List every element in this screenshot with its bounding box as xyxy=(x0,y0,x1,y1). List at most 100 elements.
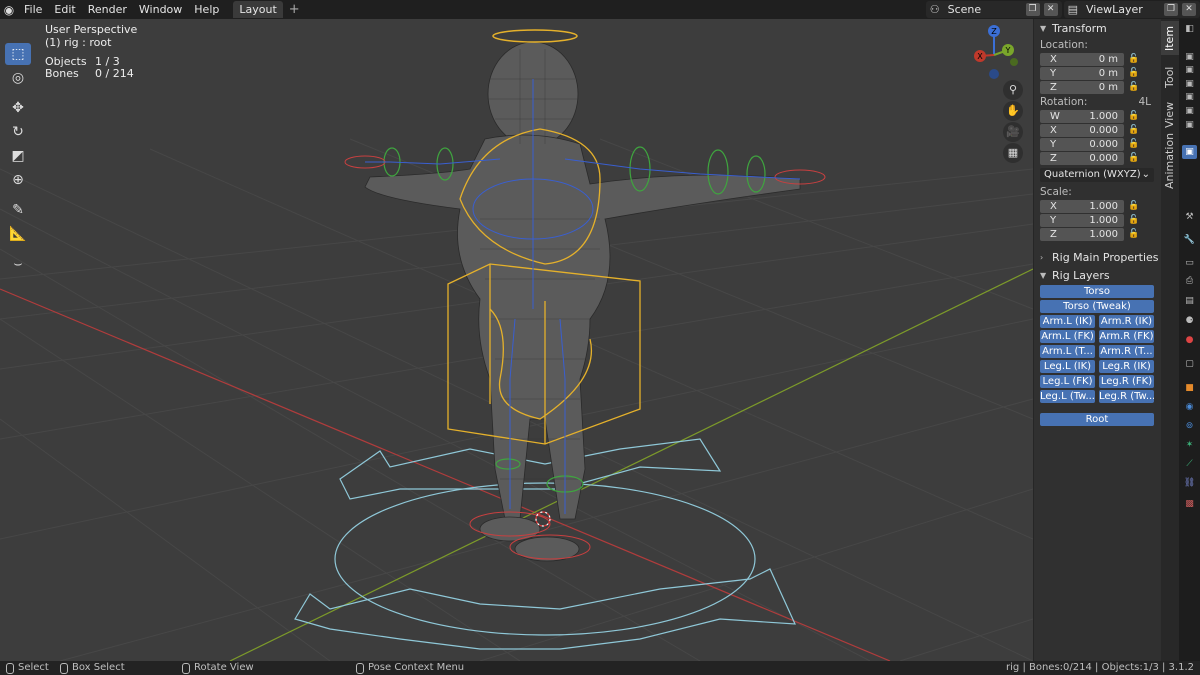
gizmo-neg-y-icon[interactable] xyxy=(1010,58,1018,66)
rig-layers-header[interactable]: ▼ Rig Layers xyxy=(1034,267,1161,285)
tab-tool[interactable]: Tool xyxy=(1161,59,1179,95)
tab-item[interactable]: Item xyxy=(1161,21,1179,55)
layer-leg-r-ik-button[interactable]: Leg.R (IK) xyxy=(1099,360,1154,373)
rotation-y-field[interactable]: Y 0.000 xyxy=(1040,137,1124,151)
rotation-x-field[interactable]: X 0.000 xyxy=(1040,123,1124,137)
rotate-tool-icon[interactable]: ↻ xyxy=(5,121,31,143)
layer-arm-r-fk-button[interactable]: Arm.R (FK) xyxy=(1099,330,1154,343)
tab-view[interactable]: View xyxy=(1161,97,1179,133)
view-layer-icon[interactable]: ▤ xyxy=(1182,294,1197,308)
location-z-field[interactable]: Z0 m xyxy=(1040,80,1124,94)
scale-z-field[interactable]: Z 1.000 xyxy=(1040,227,1124,241)
scale-tool-icon[interactable]: ◩ xyxy=(5,145,31,167)
layer-leg-r-fk-button[interactable]: Leg.R (FK) xyxy=(1099,375,1154,388)
physics-icon[interactable]: ⊚ xyxy=(1182,419,1197,433)
tool-settings-icon[interactable]: ⚒ xyxy=(1182,210,1197,224)
camera-active-icon[interactable]: ▣ xyxy=(1182,145,1197,159)
camera-icon[interactable]: ▣ xyxy=(1182,118,1197,132)
armature-icon[interactable]: ✶ xyxy=(1182,438,1197,452)
render-icon[interactable]: ▭ xyxy=(1182,256,1197,270)
lock-icon[interactable]: 🔓 xyxy=(1124,153,1144,163)
add-workspace-button[interactable]: + xyxy=(283,0,306,19)
scale-y-field[interactable]: Y 1.000 xyxy=(1040,213,1124,227)
layer-leg-l-ik-button[interactable]: Leg.L (IK) xyxy=(1040,360,1095,373)
gizmo-neg-z-icon[interactable] xyxy=(989,69,999,79)
viewport-scene[interactable] xyxy=(0,19,1033,661)
layer-arm-l-ik-button[interactable]: Arm.L (IK) xyxy=(1040,315,1095,328)
layer-leg-l-tweak-button[interactable]: Leg.L (Tw... xyxy=(1040,390,1095,403)
tab-animation[interactable]: Animation xyxy=(1161,133,1179,189)
scene-selector[interactable]: ⚇ Scene ❐ ✕ xyxy=(925,1,1062,18)
3d-cursor[interactable] xyxy=(535,511,551,527)
delete-viewlayer-icon[interactable]: ✕ xyxy=(1182,3,1196,16)
layer-arm-r-tweak-button[interactable]: Arm.R (T... xyxy=(1099,345,1154,358)
3d-viewport[interactable]: ⬚ ◎ ✥ ↻ ◩ ⊕ ✎ 📐 ⌣ User Perspective (1) r… xyxy=(0,19,1033,661)
rotation-w-field[interactable]: W 1.000 xyxy=(1040,109,1124,123)
world-icon[interactable]: ● xyxy=(1182,333,1197,347)
output-icon[interactable]: ⎙ xyxy=(1182,274,1197,288)
annotate-tool-icon[interactable]: ✎ xyxy=(5,199,31,221)
workspace-tab-layout[interactable]: Layout xyxy=(233,1,283,18)
layer-arm-l-fk-button[interactable]: Arm.L (FK) xyxy=(1040,330,1095,343)
camera-view-icon[interactable]: 🎥 xyxy=(1003,122,1023,142)
camera-icon[interactable]: ▣ xyxy=(1182,77,1197,91)
navigation-gizmo[interactable]: Z X Y xyxy=(968,22,1028,84)
lock-icon[interactable]: 🔓 xyxy=(1124,82,1144,92)
wrench-icon[interactable]: 🔧 xyxy=(1182,233,1197,247)
relax-tool-icon[interactable]: ⌣ xyxy=(5,253,31,275)
lock-icon[interactable]: 🔓 xyxy=(1124,139,1144,149)
scene-icon[interactable]: ⚈ xyxy=(1182,314,1197,328)
menu-window[interactable]: Window xyxy=(133,0,188,19)
scale-x-field[interactable]: X 1.000 xyxy=(1040,199,1124,213)
location-y-field[interactable]: Y0 m xyxy=(1040,66,1124,80)
camera-icon[interactable]: ▣ xyxy=(1182,50,1197,64)
cursor-tool-icon[interactable]: ◎ xyxy=(5,67,31,89)
lock-icon[interactable]: 🔓 xyxy=(1124,229,1144,239)
menu-help[interactable]: Help xyxy=(188,0,225,19)
viewlayer-name[interactable]: ViewLayer xyxy=(1082,3,1160,16)
head-control[interactable] xyxy=(492,29,578,43)
outliner-icon[interactable]: ◧ xyxy=(1182,22,1197,36)
layer-torso-button[interactable]: Torso xyxy=(1040,285,1154,298)
transform-panel-header[interactable]: ▼ Transform xyxy=(1034,20,1161,38)
object-icon[interactable]: ■ xyxy=(1182,381,1197,395)
move-tool-icon[interactable]: ✥ xyxy=(5,97,31,119)
delete-scene-icon[interactable]: ✕ xyxy=(1043,3,1058,16)
pan-view-icon[interactable]: ✋ xyxy=(1003,101,1023,121)
bone-icon[interactable]: ⟋ xyxy=(1182,457,1197,471)
collection-icon[interactable]: ▢ xyxy=(1182,357,1197,371)
rotation-z-field[interactable]: Z 0.000 xyxy=(1040,151,1124,165)
ortho-toggle-icon[interactable]: ▦ xyxy=(1003,143,1023,163)
constraint-icon[interactable]: ⛓ xyxy=(1182,476,1197,490)
viewlayer-selector[interactable]: ▤ ViewLayer ❐ ✕ xyxy=(1063,1,1200,18)
layer-torso-tweak-button[interactable]: Torso (Tweak) xyxy=(1040,300,1154,313)
copy-scene-icon[interactable]: ❐ xyxy=(1025,3,1040,16)
lock-icon[interactable]: 🔓 xyxy=(1124,201,1144,211)
lock-icon[interactable]: 🔓 xyxy=(1124,215,1144,225)
select-box-tool-icon[interactable]: ⬚ xyxy=(5,43,31,65)
lock-icon[interactable]: 🔓 xyxy=(1124,54,1144,64)
camera-icon[interactable]: ▣ xyxy=(1182,104,1197,118)
modifier-icon[interactable]: ◉ xyxy=(1182,400,1197,414)
lock-icon[interactable]: 🔓 xyxy=(1124,68,1144,78)
transform-tool-icon[interactable]: ⊕ xyxy=(5,169,31,191)
layer-leg-l-fk-button[interactable]: Leg.L (FK) xyxy=(1040,375,1095,388)
camera-icon[interactable]: ▣ xyxy=(1182,90,1197,104)
layer-arm-r-ik-button[interactable]: Arm.R (IK) xyxy=(1099,315,1154,328)
zoom-view-icon[interactable]: ⚲ xyxy=(1003,80,1023,100)
menu-edit[interactable]: Edit xyxy=(48,0,81,19)
rotation-mode-dropdown[interactable]: Quaternion (WXYZ) ⌄ xyxy=(1040,168,1154,182)
lock-icon[interactable]: 🔓 xyxy=(1124,111,1144,121)
rotation-4l-toggle[interactable]: 4L xyxy=(1138,95,1151,109)
location-x-field[interactable]: X0 m xyxy=(1040,52,1124,66)
camera-icon[interactable]: ▣ xyxy=(1182,63,1197,77)
lock-icon[interactable]: 🔓 xyxy=(1124,125,1144,135)
measure-tool-icon[interactable]: 📐 xyxy=(5,223,31,245)
menu-render[interactable]: Render xyxy=(82,0,133,19)
blender-logo-icon[interactable]: ◉ xyxy=(0,0,18,19)
layer-arm-l-tweak-button[interactable]: Arm.L (T... xyxy=(1040,345,1095,358)
menu-file[interactable]: File xyxy=(18,0,48,19)
rig-main-properties-header[interactable]: › Rig Main Properties xyxy=(1034,249,1161,267)
copy-viewlayer-icon[interactable]: ❐ xyxy=(1164,3,1178,16)
layer-root-button[interactable]: Root xyxy=(1040,413,1154,426)
